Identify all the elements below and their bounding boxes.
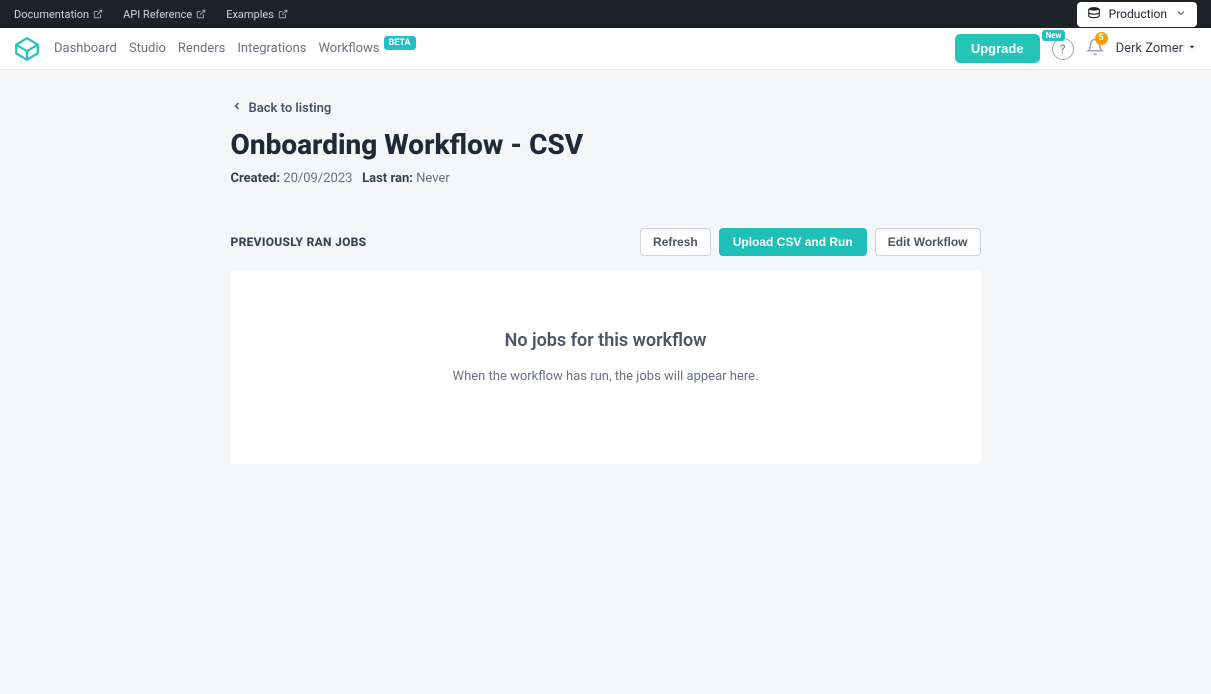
meta-line: Created: 20/09/2023 Last ran: Never	[231, 171, 981, 186]
nav-studio[interactable]: Studio	[129, 41, 166, 56]
last-ran-value: Never	[416, 171, 450, 186]
help-icon: ?	[1052, 38, 1074, 60]
empty-description: When the workflow has run, the jobs will…	[251, 369, 961, 384]
refresh-button[interactable]: Refresh	[640, 228, 711, 256]
back-label: Back to listing	[249, 101, 332, 116]
nav-dashboard[interactable]: Dashboard	[54, 41, 117, 56]
top-bar: Documentation API Reference Examples Pro…	[0, 0, 1211, 28]
nav-label: Workflows	[318, 41, 379, 56]
created-value: 20/09/2023	[283, 171, 352, 186]
link-label: API Reference	[123, 8, 192, 21]
upgrade-button[interactable]: Upgrade	[955, 34, 1040, 63]
jobs-heading: PREVIOUSLY RAN JOBS	[231, 235, 367, 249]
caret-down-icon	[1187, 41, 1197, 56]
user-name: Derk Zomer	[1116, 41, 1183, 56]
link-label: Documentation	[14, 8, 89, 21]
edit-workflow-button[interactable]: Edit Workflow	[875, 228, 981, 256]
new-badge: New	[1042, 30, 1066, 41]
beta-badge: BETA	[384, 36, 416, 50]
nav-label: Dashboard	[54, 41, 117, 56]
notification-count: 5	[1095, 32, 1108, 45]
nav-label: Integrations	[237, 41, 306, 56]
nav-renders[interactable]: Renders	[178, 41, 225, 56]
main-content: Back to listing Onboarding Workflow - CS…	[0, 70, 1211, 464]
nav-workflows[interactable]: Workflows BETA	[318, 41, 415, 56]
empty-title: No jobs for this workflow	[251, 330, 961, 351]
nav-bar: Dashboard Studio Renders Integrations Wo…	[0, 28, 1211, 70]
jobs-header: PREVIOUSLY RAN JOBS Refresh Upload CSV a…	[231, 228, 981, 256]
environment-dropdown[interactable]: Production	[1077, 2, 1197, 27]
external-link-icon	[196, 9, 206, 19]
link-examples[interactable]: Examples	[226, 8, 288, 21]
chevron-left-icon	[231, 100, 243, 116]
external-link-icon	[278, 9, 288, 19]
database-icon	[1087, 6, 1101, 23]
nav-label: Renders	[178, 41, 225, 56]
link-label: Examples	[226, 8, 274, 21]
last-ran-label: Last ran:	[362, 171, 413, 186]
user-menu[interactable]: Derk Zomer	[1116, 41, 1197, 56]
logo[interactable]	[14, 36, 40, 62]
chevron-down-icon	[1175, 7, 1187, 22]
nav-label: Studio	[129, 41, 166, 56]
environment-label: Production	[1109, 7, 1167, 21]
page-title: Onboarding Workflow - CSV	[231, 128, 981, 161]
empty-state-panel: No jobs for this workflow When the workf…	[231, 270, 981, 464]
link-documentation[interactable]: Documentation	[14, 8, 103, 21]
upload-csv-run-button[interactable]: Upload CSV and Run	[719, 228, 867, 256]
help-button[interactable]: New ?	[1052, 38, 1074, 60]
back-to-listing-link[interactable]: Back to listing	[231, 100, 981, 116]
notifications-button[interactable]: 5	[1086, 38, 1104, 60]
nav-integrations[interactable]: Integrations	[237, 41, 306, 56]
topbar-links: Documentation API Reference Examples	[14, 8, 288, 21]
created-label: Created:	[231, 171, 281, 186]
external-link-icon	[93, 9, 103, 19]
link-api-reference[interactable]: API Reference	[123, 8, 206, 21]
